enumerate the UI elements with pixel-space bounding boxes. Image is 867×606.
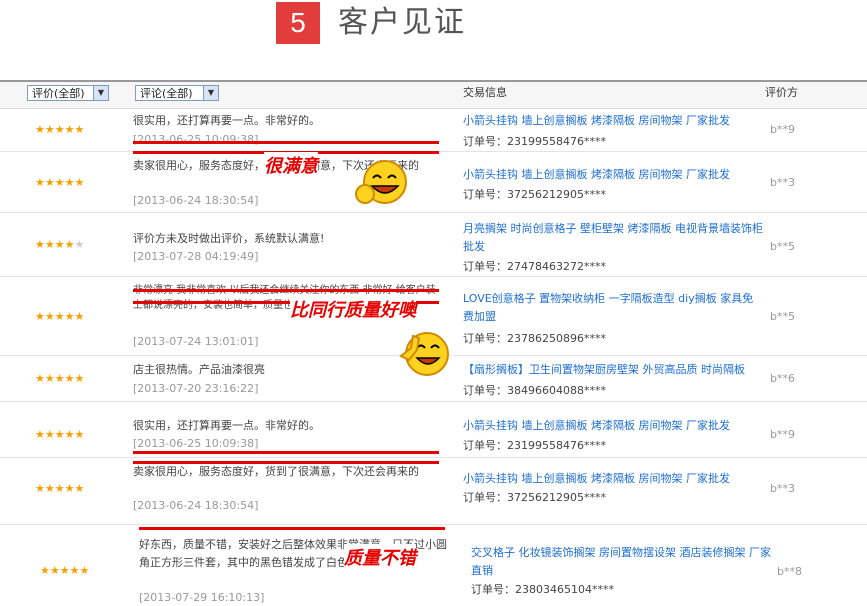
comment-text: 很实用，还打算再要一点。非常好的。 [133,419,320,432]
rating-stars: ★★★★★ [40,564,90,577]
product-link[interactable]: 小箭头挂钩 墙上创意搁板 烤漆隔板 房间物架 厂家批发 [463,112,763,130]
rater-name: b**3 [770,176,795,189]
product-link[interactable]: 【扇形搁板】卫生间置物架厨房壁架 外贸高品质 时尚隔板 [463,361,763,379]
table-header-bar [0,80,867,109]
comment-date: [2013-06-24 18:30:54] [133,194,259,207]
order-number: 订单号：37256212905**** [463,188,606,201]
highlight-underline [139,527,445,530]
rater-name: b**5 [770,240,795,253]
order-number: 订单号：37256212905**** [463,491,606,504]
comment-date: [2013-06-25 10:09:38] [133,437,259,450]
stamp-text: 比同行质量好噢 [290,296,416,322]
rating-stars: ★★★★★ [35,238,85,251]
table-row: ★★★★★ 很实用，还打算再要一点。非常好的。 [2013-06-25 10:0… [0,108,867,152]
highlight-underline [133,461,439,464]
stamp-text: 很满意 [264,152,318,178]
order-number: 订单号：27478463272**** [463,260,606,273]
rater-name: b**9 [770,428,795,441]
comment-date: [2013-06-24 18:30:54] [133,499,259,512]
rater-name: b**8 [777,565,802,578]
order-number: 订单号：23803465104**** [471,583,614,596]
highlight-underline [133,289,439,292]
comment-date: [2013-07-28 04:19:49] [133,250,259,263]
rater-name: b**6 [770,372,795,385]
rating-stars: ★★★★★ [35,310,85,323]
product-link[interactable]: 小箭头挂钩 墙上创意搁板 烤漆隔板 房间物架 厂家批发 [463,417,763,435]
thumbs-up-smiley-icon [399,332,449,376]
comment-text: 很实用，还打算再要一点。非常好的。 [133,114,320,127]
comment-date: [2013-07-20 23:16:22] [133,382,259,395]
table-row: ★★★★★ 卖家很用心，服务态度好，货到了很满意，下次还会再来的 [2013-0… [0,152,867,213]
rating-stars: ★★★★★ [35,176,85,189]
highlight-underline [133,141,439,144]
rater-name: b**3 [770,482,795,495]
chevron-down-icon[interactable]: ▼ [203,86,218,100]
order-number: 订单号：23786250896**** [463,332,606,345]
rating-stars: ★★★★★ [35,428,85,441]
section-number-badge: 5 [276,2,320,44]
rating-filter-label: 评价(全部) [32,87,85,100]
table-row: ★★★★★ 卖家很用心，服务态度好，货到了很满意，下次还会再来的 [2013-0… [0,458,867,525]
column-header-trade: 交易信息 [463,86,507,99]
highlight-underline [133,451,439,454]
rating-stars: ★★★★★ [35,123,85,136]
column-header-rater: 评价方 [765,86,798,99]
smiley-icon [355,160,407,204]
rating-filter-select[interactable]: 评价(全部) ▼ [27,85,109,101]
chevron-down-icon[interactable]: ▼ [93,86,108,100]
rating-stars: ★★★★★ [35,372,85,385]
stamp-text: 质量不错 [344,544,416,570]
empty-star-icon: ★ [74,238,85,251]
rater-name: b**5 [770,310,795,323]
comment-text: 评价方未及时做出评价，系统默认满意! [133,232,325,245]
table-row: ★★★★★ 好东西，质量不错，安装好之后整体效果非常满意，只不过小圆角正方形三件… [0,527,867,606]
section-title: 客户见证 [338,5,466,40]
table-row: ★★★★★ 评价方未及时做出评价，系统默认满意! [2013-07-28 04:… [0,213,867,277]
order-number: 订单号：38496604088**** [463,384,606,397]
rater-name: b**9 [770,123,795,136]
product-link[interactable]: 小箭头挂钩 墙上创意搁板 烤漆隔板 房间物架 厂家批发 [463,166,763,184]
order-number: 订单号：23199558476**** [463,439,606,452]
comment-text: 卖家很用心，服务态度好，货到了很满意，下次还会再来的 [133,465,419,478]
comment-filter-select[interactable]: 评论(全部) ▼ [135,85,219,101]
product-link[interactable]: LOVE创意格子 置物架收纳柜 一字隔板造型 diy搁板 家具免费加盟 [463,290,763,326]
product-link[interactable]: 小箭头挂钩 墙上创意搁板 烤漆隔板 房间物架 厂家批发 [463,470,763,488]
comment-date: [2013-07-29 16:10:13] [139,591,265,604]
rating-stars: ★★★★★ [35,482,85,495]
comment-date: [2013-07-24 13:01:01] [133,335,259,348]
product-link[interactable]: 月亮搁架 时尚创意格子 壁柜壁架 烤漆隔板 电视背景墙装饰柜批发 [463,220,763,256]
comment-filter-label: 评论(全部) [140,87,193,100]
comment-date: [2013-06-25 10:09:38] [133,133,259,146]
order-number: 订单号：23199558476**** [463,135,606,148]
product-link[interactable]: 交叉格子 化妆镜装饰搁架 房间置物摆设架 酒店装修搁架 厂家直销 [471,544,771,580]
